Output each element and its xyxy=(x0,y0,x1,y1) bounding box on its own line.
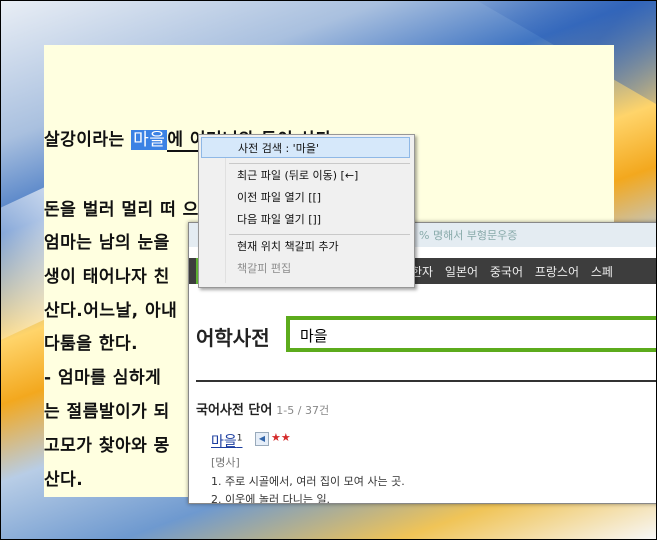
header-blurred-text: % 명해서 부형문우증 xyxy=(419,229,518,242)
language-nav: 한자 일본어 중국어 프랑스어 스페 xyxy=(411,263,621,280)
reader-text: 살강이라는 xyxy=(44,130,132,150)
entry-word[interactable]: 마을 xyxy=(211,434,237,450)
menu-item-label: 책갈피 편집 xyxy=(237,262,292,275)
menu-separator xyxy=(229,234,410,235)
definition-2: 2. 이웃에 놀러 다니는 일. xyxy=(211,493,331,504)
menu-separator xyxy=(229,163,410,164)
definition-1: 1. 주로 시골에서, 여러 집이 모여 사는 곳. xyxy=(211,475,405,488)
dictionary-title: 어학사전 xyxy=(196,326,270,350)
search-box[interactable] xyxy=(286,316,656,352)
desktop-background: 살강이라는 마을에 어머니와 둘이 산다. 돈을 벌러 멀리 떠 으며 엄마랑 … xyxy=(0,0,657,540)
search-input[interactable] xyxy=(298,325,602,345)
nav-spanish[interactable]: 스페 xyxy=(591,265,613,279)
reader-line: 생이 태어나자 친 xyxy=(44,267,170,287)
context-menu: 사전 검색 : '마을' 최근 파일 (뒤로 이동) [←] 이전 파일 열기 … xyxy=(198,134,415,288)
menu-item-label: 사전 검색 : '마을' xyxy=(238,142,319,155)
menu-item-prev-file[interactable]: 이전 파일 열기 [[] xyxy=(201,187,410,208)
menu-item-next-file[interactable]: 다음 파일 열기 []] xyxy=(201,209,410,230)
section-title: 국어사전 단어 1-5 / 37건 xyxy=(196,399,329,418)
reader-line: 엄마는 남의 눈을 xyxy=(44,233,170,253)
menu-item-dictionary-search[interactable]: 사전 검색 : '마을' xyxy=(201,137,410,158)
reader-line: 는 절름발이가 되 xyxy=(44,402,170,422)
reader-line: - 엄마를 심하게 xyxy=(44,368,162,388)
reader-line: 다툼을 한다. xyxy=(44,334,139,354)
menu-item-edit-bookmarks: 책갈피 편집 xyxy=(201,258,410,279)
nav-chinese[interactable]: 중국어 xyxy=(490,265,523,279)
nav-japanese[interactable]: 일본어 xyxy=(445,265,478,279)
reader-line: 고모가 찾아와 몽 xyxy=(44,436,170,456)
reader-line: 산다. xyxy=(44,470,84,490)
result-count: 1-5 / 37건 xyxy=(276,404,330,417)
entry-homonym-number: 1 xyxy=(236,433,243,444)
selected-word[interactable]: 마을 xyxy=(131,130,168,150)
menu-item-recent-file[interactable]: 최근 파일 (뒤로 이동) [←] xyxy=(201,165,410,186)
menu-item-add-bookmark[interactable]: 현재 위치 책갈피 추가 xyxy=(201,236,410,257)
importance-stars: ★★ xyxy=(271,431,291,444)
section-title-text: 국어사전 단어 xyxy=(196,403,273,418)
entry-word-link[interactable]: 마을1 xyxy=(211,431,243,451)
reader-line: 산다.어느날, 아내 xyxy=(44,301,178,321)
menu-item-label: 다음 파일 열기 []] xyxy=(237,213,322,226)
menu-item-label: 이전 파일 열기 [[] xyxy=(237,191,322,204)
part-of-speech: [명사] xyxy=(211,456,240,469)
divider xyxy=(196,380,656,382)
menu-item-label: 최근 파일 (뒤로 이동) [←] xyxy=(237,169,359,182)
nav-french[interactable]: 프랑스어 xyxy=(535,265,579,279)
speaker-icon[interactable]: ◀ xyxy=(255,432,269,446)
menu-item-label: 현재 위치 책갈피 추가 xyxy=(237,240,339,253)
